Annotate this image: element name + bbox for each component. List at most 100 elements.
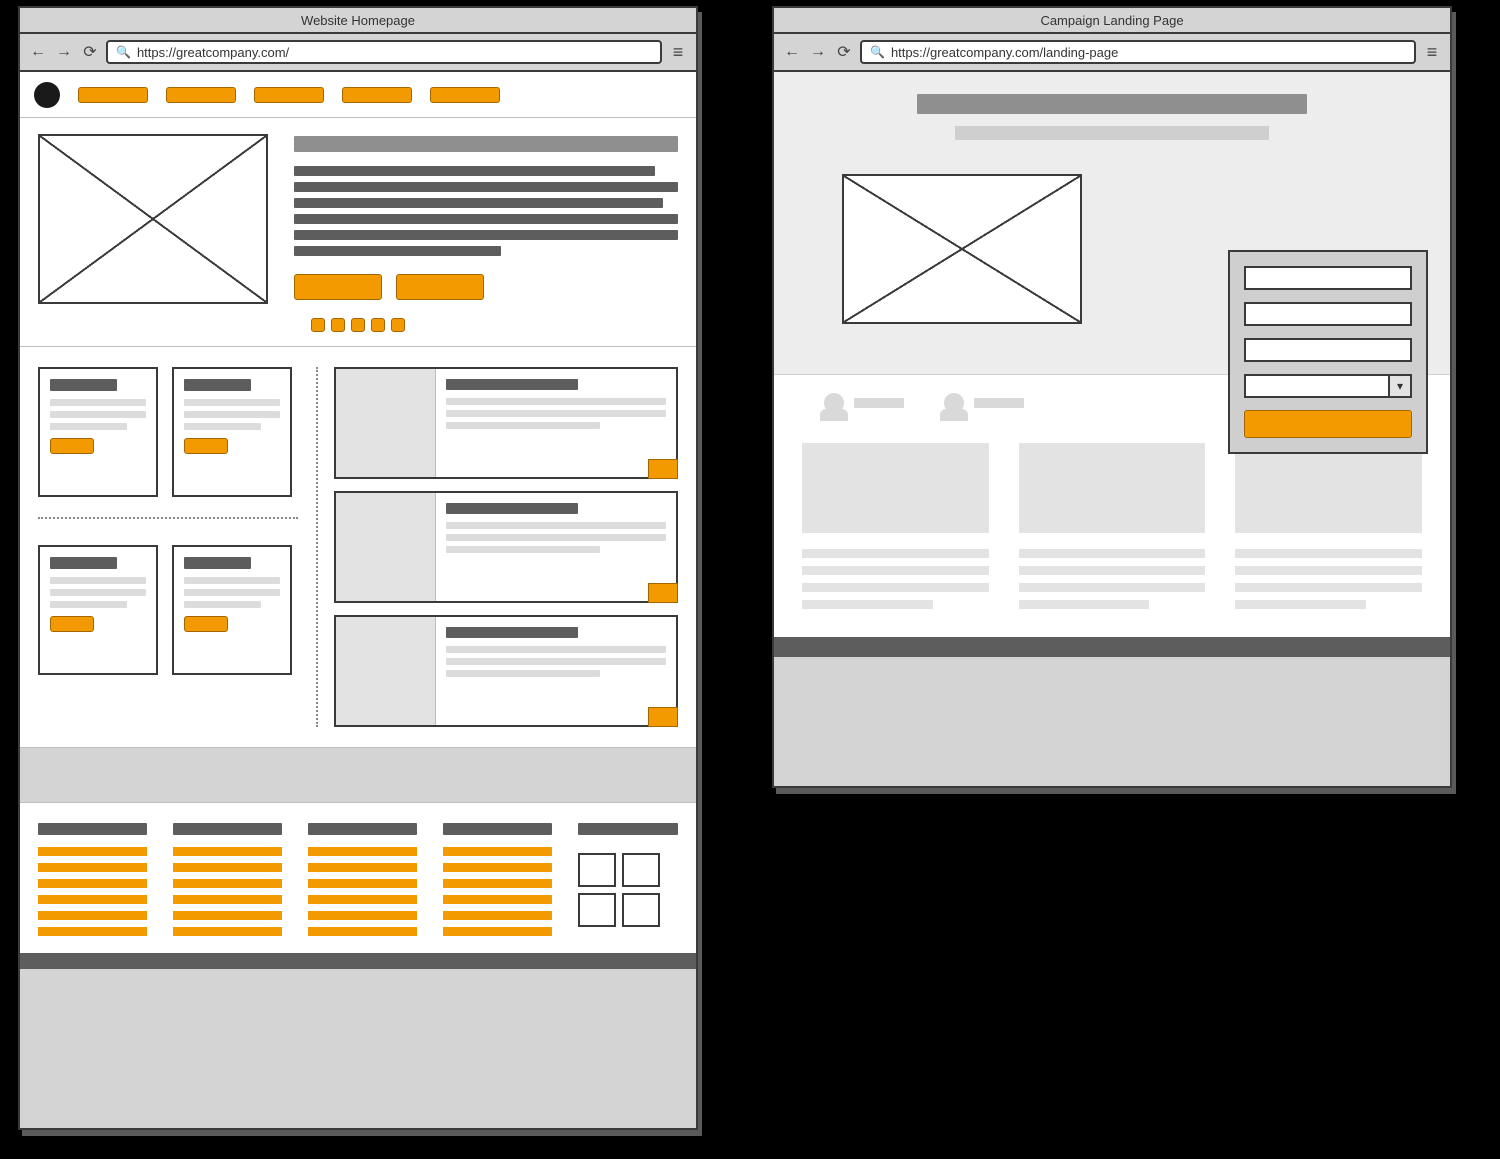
landing-titlebar: Campaign Landing Page [774,8,1450,34]
carousel-dot[interactable] [371,318,385,332]
forward-icon[interactable]: → [808,42,828,62]
list-line [446,522,666,529]
list-item[interactable] [334,491,678,603]
hero-cta-button[interactable] [294,274,382,300]
footer-column [173,823,282,943]
list-tag[interactable] [648,459,678,479]
form-input[interactable] [1244,302,1412,326]
hero-cta-button[interactable] [396,274,484,300]
nav-link[interactable] [78,87,148,103]
list-line [446,646,666,653]
nav-link[interactable] [342,87,412,103]
footer-link[interactable] [443,911,552,920]
footer-link[interactable] [443,927,552,936]
nav-link[interactable] [166,87,236,103]
forward-icon[interactable]: → [54,42,74,62]
carousel-dot[interactable] [351,318,365,332]
form-input[interactable] [1244,266,1412,290]
footer-column [308,823,417,943]
footer-link[interactable] [173,847,282,856]
footer-tile[interactable] [578,853,616,887]
footer-link[interactable] [308,863,417,872]
footer-link[interactable] [173,927,282,936]
footer-link[interactable] [38,879,147,888]
card-cta-button[interactable] [184,616,228,632]
card-line [184,399,280,406]
footer-bottom-bar [20,953,696,969]
footer-link[interactable] [173,879,282,888]
back-icon[interactable]: ← [782,42,802,62]
footer-link[interactable] [308,927,417,936]
footer-heading [443,823,552,835]
landing-navbar: ← → ⟳ 🔍 https://greatcompany.com/landing… [774,34,1450,72]
footer-link[interactable] [173,895,282,904]
nav-link[interactable] [430,87,500,103]
landing-subhead [955,126,1269,140]
carousel-dot[interactable] [311,318,325,332]
homepage-url-bar[interactable]: 🔍 https://greatcompany.com/ [106,40,662,64]
carousel-dot[interactable] [391,318,405,332]
landing-url-bar[interactable]: 🔍 https://greatcompany.com/landing-page [860,40,1416,64]
footer-heading [38,823,147,835]
footer-link[interactable] [443,847,552,856]
footer-link[interactable] [38,927,147,936]
homepage-header [20,72,696,118]
card-cta-button[interactable] [50,616,94,632]
feature-line [802,566,989,575]
menu-icon[interactable]: ≡ [1422,42,1442,62]
footer-link[interactable] [308,911,417,920]
hero-paragraph-line [294,198,663,208]
list-thumb [336,617,436,725]
hero-title [294,136,678,152]
logo-icon[interactable] [34,82,60,108]
divider-horizontal [38,517,298,519]
footer-tile[interactable] [578,893,616,927]
feature-line [1019,600,1150,609]
back-icon[interactable]: ← [28,42,48,62]
homepage-content [20,347,696,747]
reload-icon[interactable]: ⟳ [834,42,854,62]
content-card[interactable] [172,545,292,675]
footer-link[interactable] [38,847,147,856]
footer-link[interactable] [443,895,552,904]
card-title [184,557,251,569]
testimonial [824,393,904,413]
content-card[interactable] [38,367,158,497]
footer-link[interactable] [308,895,417,904]
footer-link[interactable] [443,863,552,872]
landing-url-text: https://greatcompany.com/landing-page [891,45,1118,60]
footer-link[interactable] [173,911,282,920]
landing-hero-image [842,174,1082,324]
carousel-dot[interactable] [331,318,345,332]
homepage-footer [20,803,696,943]
list-tag[interactable] [648,583,678,603]
card-line [184,577,280,584]
content-card[interactable] [38,545,158,675]
footer-link[interactable] [38,911,147,920]
reload-icon[interactable]: ⟳ [80,42,100,62]
footer-link[interactable] [38,895,147,904]
list-item[interactable] [334,367,678,479]
form-submit-button[interactable] [1244,410,1412,438]
form-input[interactable] [1244,338,1412,362]
footer-link[interactable] [308,847,417,856]
footer-link[interactable] [173,863,282,872]
testimonial-name [974,398,1024,408]
card-cta-button[interactable] [184,438,228,454]
footer-tile[interactable] [622,893,660,927]
feature-image [1235,443,1422,533]
card-cta-button[interactable] [50,438,94,454]
content-card[interactable] [172,367,292,497]
list-tag[interactable] [648,707,678,727]
form-select[interactable] [1244,374,1412,398]
nav-link[interactable] [254,87,324,103]
feature-line [1235,566,1422,575]
homepage-browser: Website Homepage ← → ⟳ 🔍 https://greatco… [18,6,698,1130]
footer-link[interactable] [38,863,147,872]
footer-link[interactable] [443,879,552,888]
footer-tile[interactable] [622,853,660,887]
list-line [446,658,666,665]
menu-icon[interactable]: ≡ [668,42,688,62]
list-item[interactable] [334,615,678,727]
footer-link[interactable] [308,879,417,888]
